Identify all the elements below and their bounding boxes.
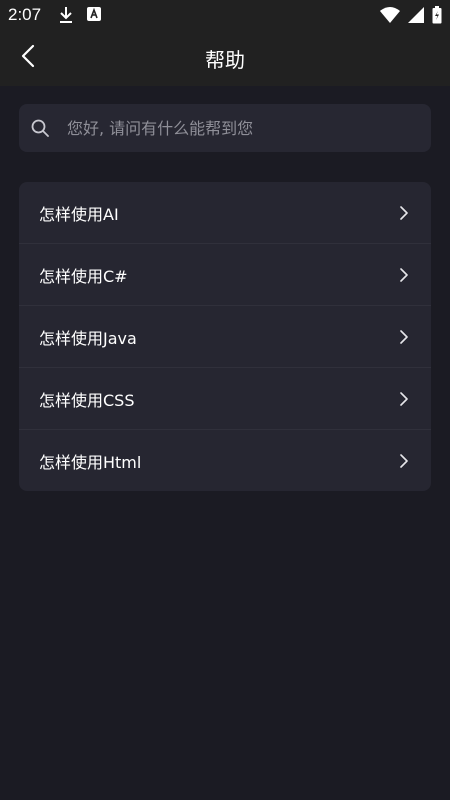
- list-item-label: 怎样使用C#: [39, 266, 128, 286]
- signal-icon: [408, 7, 424, 27]
- page-title: 帮助: [205, 48, 245, 72]
- status-right-icons: [380, 6, 442, 28]
- list-item-csharp[interactable]: 怎样使用C#: [19, 244, 431, 306]
- help-list: 怎样使用AI 怎样使用C# 怎样使用Java 怎样使用CSS 怎样使用Html: [19, 182, 431, 491]
- app-bar: 帮助: [0, 30, 450, 86]
- list-item-html[interactable]: 怎样使用Html: [19, 430, 431, 491]
- list-item-ai[interactable]: 怎样使用AI: [19, 182, 431, 244]
- battery-icon: [432, 6, 442, 28]
- search-icon: [31, 119, 49, 137]
- search-input[interactable]: [67, 118, 431, 138]
- list-item-label: 怎样使用CSS: [39, 390, 135, 410]
- status-time: 2:07: [8, 5, 42, 24]
- chevron-right-icon: [397, 329, 411, 344]
- status-left-icons: [58, 6, 102, 28]
- list-item-java[interactable]: 怎样使用Java: [19, 306, 431, 368]
- download-icon: [58, 6, 74, 28]
- chevron-right-icon: [397, 267, 411, 282]
- wifi-icon: [380, 7, 400, 27]
- status-bar: 2:07: [0, 0, 450, 30]
- chevron-right-icon: [397, 454, 411, 468]
- list-item-label: 怎样使用Java: [39, 328, 137, 348]
- list-item-label: 怎样使用Html: [39, 453, 142, 472]
- chevron-right-icon: [397, 205, 411, 220]
- list-item-css[interactable]: 怎样使用CSS: [19, 368, 431, 430]
- list-item-label: 怎样使用AI: [39, 204, 119, 224]
- search-box[interactable]: [19, 104, 431, 152]
- a-badge-icon: [86, 6, 102, 28]
- chevron-right-icon: [397, 391, 411, 406]
